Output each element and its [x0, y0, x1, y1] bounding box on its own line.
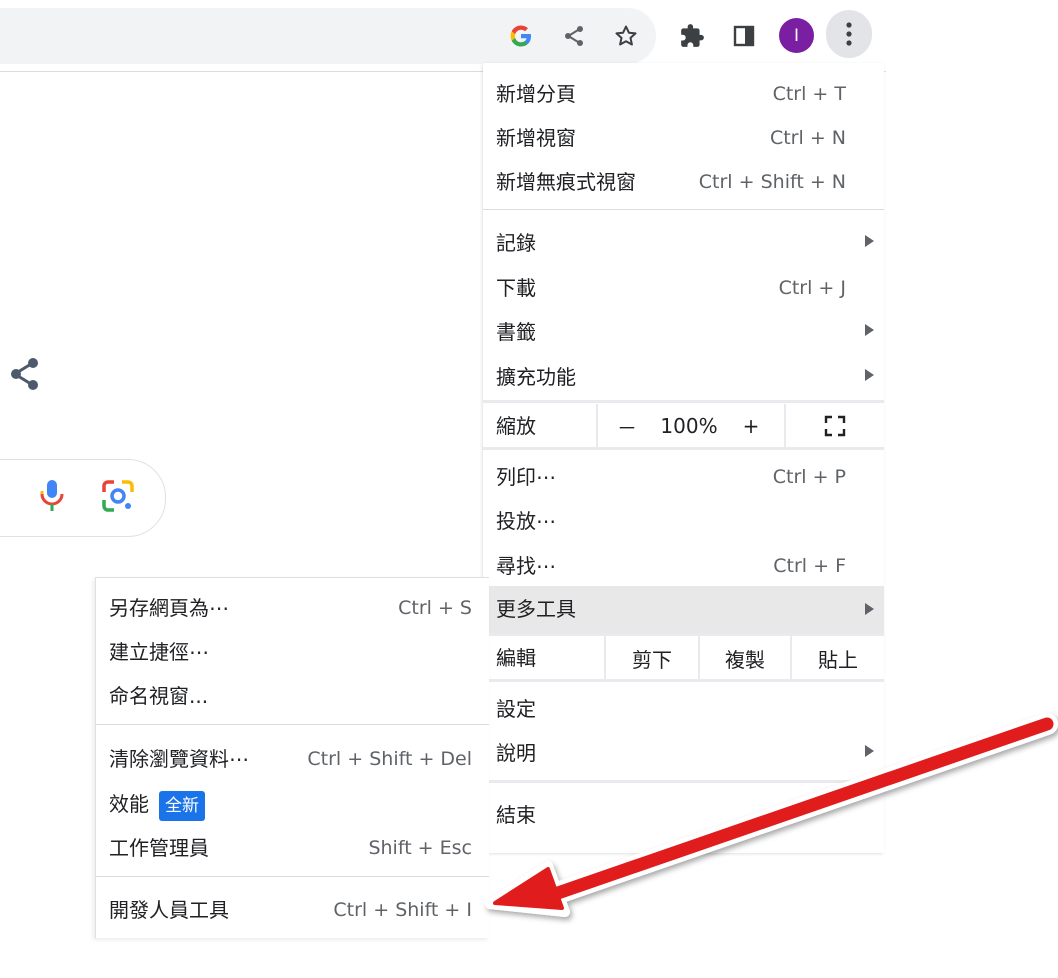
menu-item-label: 說明 — [496, 741, 536, 765]
menu-item-label: 新增分頁 — [496, 82, 576, 106]
menu-item-exit[interactable]: 結束 — [483, 793, 884, 837]
menu-item-label: 記錄 — [496, 231, 536, 255]
submenu-item-save-page[interactable]: 另存網頁為⋯ Ctrl + S — [96, 586, 489, 630]
shortcut-label: Ctrl + Shift + I — [333, 899, 472, 921]
chrome-main-menu: 新增分頁 Ctrl + T 新增視窗 Ctrl + N 新增無痕式視窗 Ctrl… — [483, 63, 884, 853]
zoom-row: 縮放 － 100% + — [483, 404, 884, 448]
avatar[interactable]: I — [779, 18, 814, 53]
microphone-icon[interactable] — [38, 478, 66, 518]
menu-item-label: 尋找⋯ — [496, 554, 556, 578]
menu-item-find[interactable]: 尋找⋯ Ctrl + F — [483, 544, 884, 588]
menu-item-label: 設定 — [496, 697, 536, 721]
shortcut-label: Ctrl + T — [772, 83, 846, 105]
divider — [483, 679, 884, 682]
menu-item-new-tab[interactable]: 新增分頁 Ctrl + T — [483, 72, 884, 116]
chevron-right-icon — [865, 369, 874, 381]
submenu-item-name-window[interactable]: 命名視窗... — [96, 674, 489, 718]
divider — [483, 209, 884, 210]
menu-item-cast[interactable]: 投放⋯ — [483, 499, 884, 543]
star-icon[interactable] — [608, 18, 644, 54]
menu-item-label: 擴充功能 — [496, 365, 576, 389]
menu-item-label: 結束 — [496, 803, 536, 827]
search-box[interactable] — [0, 459, 166, 537]
menu-item-label: 效能 全新 — [109, 790, 205, 821]
zoom-out-button[interactable]: － — [607, 404, 647, 448]
submenu-item-create-shortcut[interactable]: 建立捷徑⋯ — [96, 630, 489, 674]
shortcut-label: Shift + Esc — [368, 837, 472, 859]
divider — [96, 724, 489, 725]
browser-toolbar: I — [0, 0, 886, 72]
zoom-label: 縮放 — [496, 414, 536, 438]
menu-item-more-tools[interactable]: 更多工具 — [483, 586, 884, 633]
kebab-menu-button[interactable] — [826, 10, 872, 58]
divider — [784, 404, 786, 448]
shortcut-label: Ctrl + P — [772, 466, 846, 488]
shortcut-label: Ctrl + Shift + Del — [307, 748, 472, 770]
divider — [596, 404, 598, 448]
menu-item-print[interactable]: 列印⋯ Ctrl + P — [483, 455, 884, 499]
google-icon[interactable] — [503, 18, 539, 54]
menu-item-label: 工作管理員 — [109, 836, 209, 860]
more-tools-submenu: 另存網頁為⋯ Ctrl + S 建立捷徑⋯ 命名視窗... 清除瀏覽資料⋯ Ct… — [95, 577, 489, 938]
menu-item-label: 下載 — [496, 276, 536, 300]
menu-item-new-window[interactable]: 新增視窗 Ctrl + N — [483, 116, 884, 160]
shortcut-label: Ctrl + N — [769, 127, 846, 149]
divider — [96, 876, 489, 877]
shortcut-label: Ctrl + Shift + N — [698, 171, 846, 193]
shortcut-label: Ctrl + F — [773, 555, 846, 577]
submenu-item-task-manager[interactable]: 工作管理員 Shift + Esc — [96, 826, 489, 870]
paste-button[interactable]: 貼上 — [792, 636, 884, 680]
menu-item-label: 列印⋯ — [496, 465, 556, 489]
menu-item-label: 新增視窗 — [496, 126, 576, 150]
menu-item-label: 清除瀏覽資料⋯ — [109, 747, 249, 771]
submenu-item-developer-tools[interactable]: 開發人員工具 Ctrl + Shift + I — [96, 888, 489, 932]
performance-label: 效能 — [109, 792, 149, 816]
kebab-icon — [846, 22, 852, 46]
zoom-in-button[interactable]: + — [731, 404, 771, 448]
cut-button[interactable]: 剪下 — [606, 636, 698, 680]
fullscreen-button[interactable] — [803, 404, 867, 448]
side-panel-icon[interactable] — [726, 18, 762, 54]
chevron-right-icon — [865, 324, 874, 336]
menu-item-label: 新增無痕式視窗 — [496, 170, 636, 194]
submenu-item-clear-browsing-data[interactable]: 清除瀏覽資料⋯ Ctrl + Shift + Del — [96, 737, 489, 781]
zoom-level: 100% — [660, 414, 718, 438]
submenu-item-performance[interactable]: 效能 全新 — [96, 782, 489, 826]
camera-search-icon[interactable] — [100, 478, 136, 518]
fullscreen-icon — [824, 415, 846, 437]
edit-row: 編輯 剪下 複製 貼上 — [483, 636, 884, 680]
divider — [483, 447, 884, 450]
shortcut-label: Ctrl + S — [398, 597, 472, 619]
menu-item-label: 投放⋯ — [496, 509, 556, 533]
edit-label: 編輯 — [496, 646, 536, 670]
menu-item-help[interactable]: 說明 — [483, 731, 884, 775]
share-icon[interactable] — [8, 356, 42, 396]
menu-item-label: 更多工具 — [496, 597, 576, 621]
chevron-right-icon — [865, 603, 874, 615]
menu-item-label: 書籤 — [496, 320, 536, 344]
divider — [483, 780, 884, 783]
menu-item-bookmarks[interactable]: 書籤 — [483, 310, 884, 354]
chevron-right-icon — [865, 745, 874, 757]
menu-item-history[interactable]: 記錄 — [483, 221, 884, 265]
menu-item-label: 建立捷徑⋯ — [109, 640, 209, 664]
menu-item-label: 命名視窗... — [109, 684, 209, 708]
puzzle-icon[interactable] — [674, 18, 710, 54]
share-icon[interactable] — [556, 18, 592, 54]
avatar-letter: I — [793, 25, 799, 46]
chevron-right-icon — [865, 235, 874, 247]
new-badge: 全新 — [159, 790, 205, 821]
menu-item-extensions[interactable]: 擴充功能 — [483, 355, 884, 399]
menu-item-label: 開發人員工具 — [109, 898, 229, 922]
menu-item-downloads[interactable]: 下載 Ctrl + J — [483, 266, 884, 310]
copy-button[interactable]: 複製 — [700, 636, 790, 680]
menu-item-label: 另存網頁為⋯ — [109, 596, 229, 620]
divider — [483, 400, 884, 403]
shortcut-label: Ctrl + J — [778, 277, 846, 299]
menu-item-settings[interactable]: 設定 — [483, 687, 884, 731]
menu-item-incognito[interactable]: 新增無痕式視窗 Ctrl + Shift + N — [483, 160, 884, 204]
